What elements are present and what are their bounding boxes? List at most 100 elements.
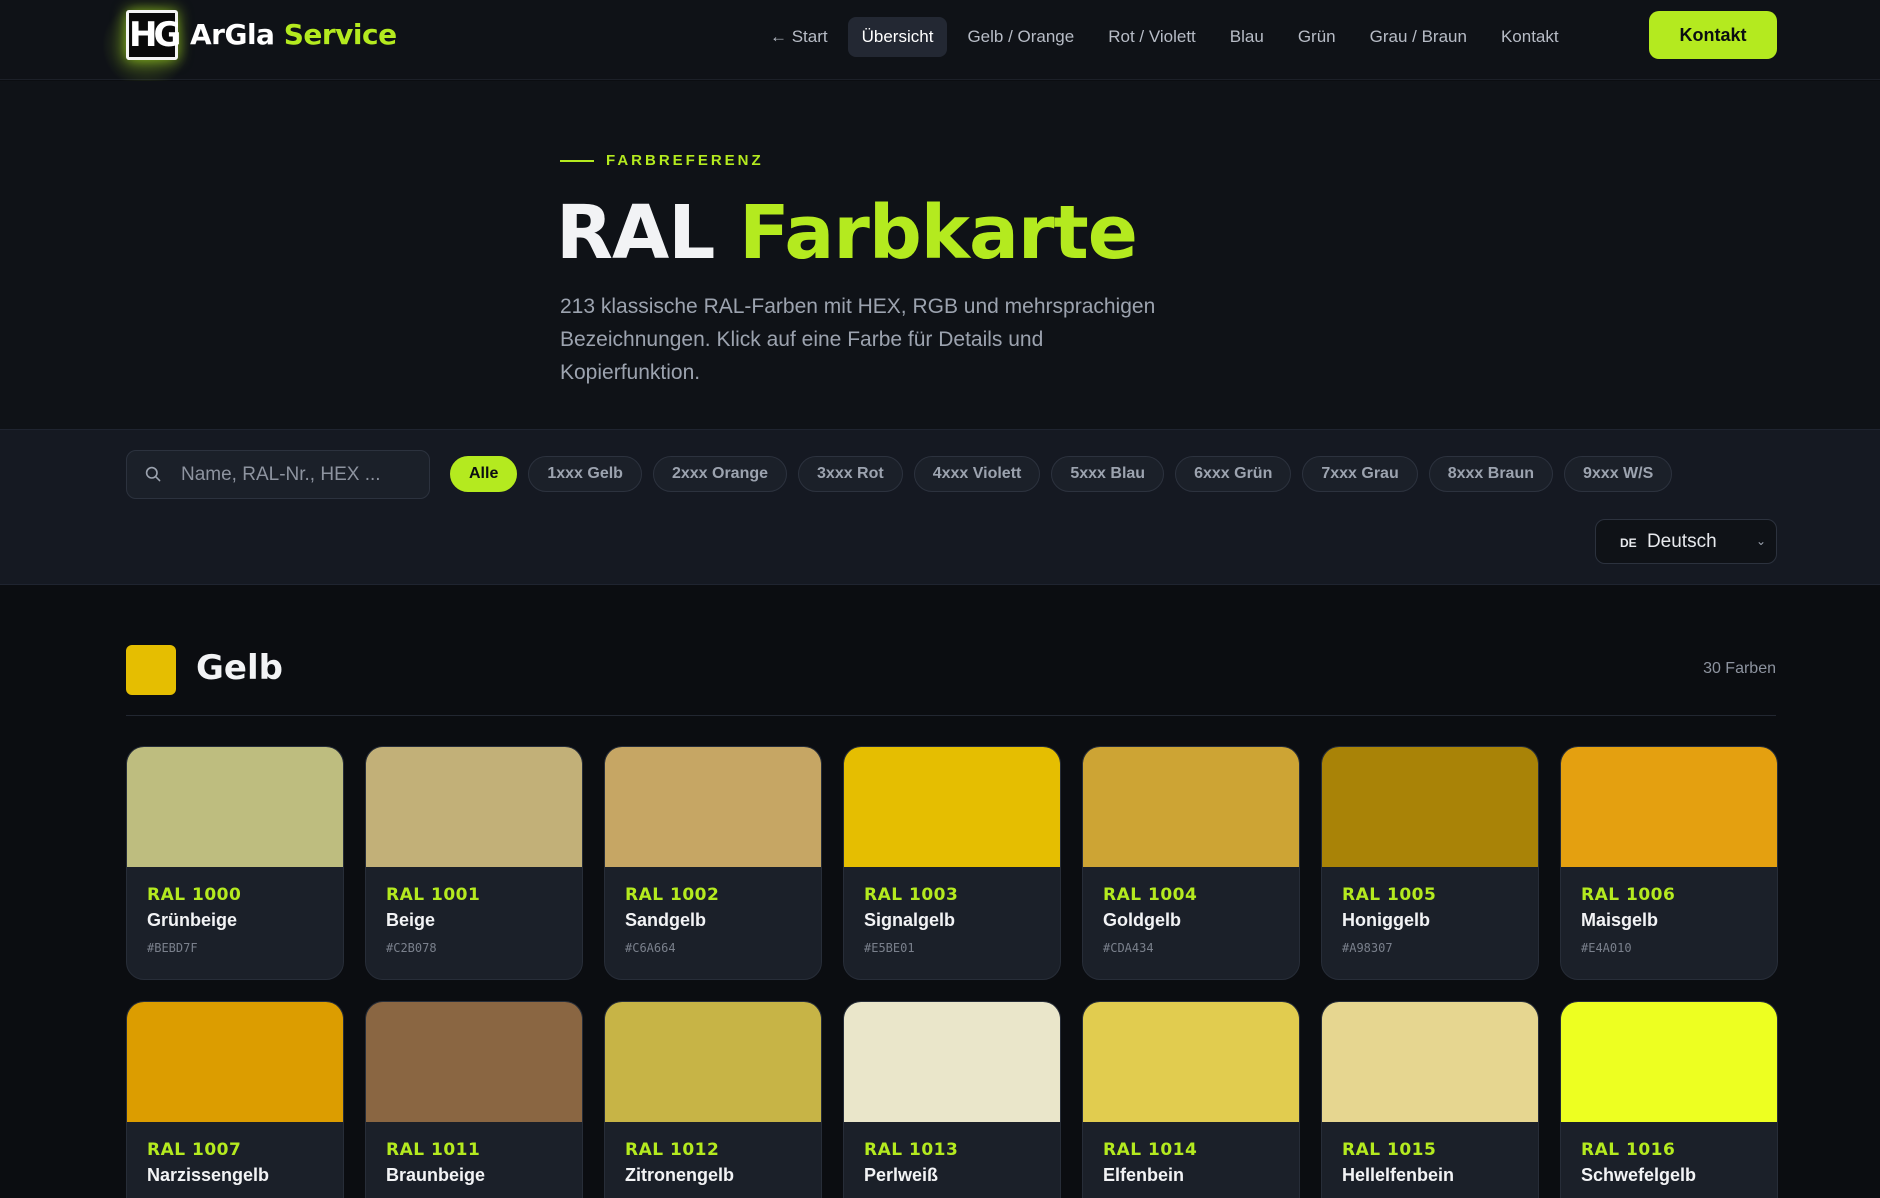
color-name: Honiggelb	[1342, 910, 1430, 930]
search-input[interactable]	[181, 451, 421, 498]
search-box[interactable]	[126, 450, 430, 499]
color-swatch	[1322, 747, 1538, 867]
color-name: Braunbeige	[386, 1165, 486, 1185]
ral-code: RAL 1004	[1103, 885, 1198, 905]
category-filter-chips: Alle 1xxx Gelb 2xxx Orange 3xxx Rot 4xxx Vio…	[450, 456, 1673, 492]
color-swatch	[1083, 747, 1299, 867]
eyebrow-text: FARBREFERENZ	[606, 152, 764, 169]
ral-code: RAL 1006	[1581, 885, 1676, 905]
ral-code: RAL 1016	[1581, 1140, 1676, 1160]
filter-chip[interactable]: 3xxx Rot	[798, 456, 903, 492]
brand-name-part1: ArGla	[190, 18, 275, 51]
nav-item[interactable]: Kontakt	[1487, 17, 1573, 57]
filter-chip[interactable]: 4xxx Violett	[913, 456, 1041, 492]
ral-code: RAL 1003	[864, 885, 959, 905]
language-flag: DE	[1620, 536, 1637, 550]
color-card[interactable]: RAL 1015 Hellelfenbein	[1321, 1001, 1539, 1198]
section-swatch	[126, 645, 176, 695]
color-name: Sandgelb	[625, 910, 707, 930]
color-name: Schwefelgelb	[1581, 1165, 1697, 1185]
nav-item[interactable]: Übersicht	[847, 17, 948, 57]
brand-name-part2: Service	[283, 18, 397, 51]
page-title-part1: RAL	[556, 190, 715, 276]
color-card-info: RAL 1001 Beige #C2B078	[366, 867, 582, 955]
color-card[interactable]: RAL 1014 Elfenbein	[1082, 1001, 1300, 1198]
section-divider	[126, 715, 1776, 716]
ral-code: RAL 1014	[1103, 1140, 1198, 1160]
color-card-info: RAL 1007 Narzissengelb	[127, 1122, 343, 1186]
page-title-part2: Farbkarte	[739, 190, 1138, 276]
color-hex: #E5BE01	[864, 941, 915, 955]
nav-item[interactable]: Gelb / Orange	[953, 17, 1088, 57]
color-swatch	[1322, 1002, 1538, 1122]
color-grid: RAL 1000 Grünbeige #BEBD7F RAL 1001 Beige #C2…	[126, 746, 1778, 1198]
top-navbar: HG ArGla Service ← Start Übersicht Gelb / …	[0, 0, 1880, 90]
color-name: Goldgelb	[1103, 910, 1181, 930]
color-card-info: RAL 1005 Honiggelb #A98307	[1322, 867, 1538, 955]
color-card-info: RAL 1000 Grünbeige #BEBD7F	[127, 867, 343, 955]
color-card[interactable]: RAL 1016 Schwefelgelb	[1560, 1001, 1778, 1198]
filter-chip[interactable]: 7xxx Grau	[1302, 456, 1418, 492]
ral-code: RAL 1005	[1342, 885, 1437, 905]
color-name: Signalgelb	[864, 910, 956, 930]
ral-code: RAL 1002	[625, 885, 720, 905]
nav-item[interactable]: Grau / Braun	[1356, 17, 1481, 57]
color-card[interactable]: RAL 1012 Zitronengelb	[604, 1001, 822, 1198]
color-card[interactable]: RAL 1011 Braunbeige	[365, 1001, 583, 1198]
color-swatch	[605, 1002, 821, 1122]
filter-chip[interactable]: 9xxx W/S	[1564, 456, 1673, 492]
nav-item[interactable]: Rot / Violett	[1094, 17, 1210, 57]
color-swatch	[844, 747, 1060, 867]
color-name: Beige	[386, 910, 436, 930]
color-card-info: RAL 1013 Perlweiß	[844, 1122, 1060, 1186]
filter-chip[interactable]: Alle	[450, 456, 518, 492]
color-hex: #E4A010	[1581, 941, 1632, 955]
nav-item[interactable]: Blau	[1216, 17, 1278, 57]
color-name: Hellelfenbein	[1342, 1165, 1455, 1185]
ral-code: RAL 1012	[625, 1140, 720, 1160]
ral-code: RAL 1001	[386, 885, 481, 905]
filter-chip[interactable]: 1xxx Gelb	[528, 456, 642, 492]
language-select[interactable]: DE Deutsch ⌄	[1595, 519, 1777, 564]
color-card[interactable]: RAL 1000 Grünbeige #BEBD7F	[126, 746, 344, 980]
color-card-info: RAL 1015 Hellelfenbein	[1322, 1122, 1538, 1186]
color-swatch	[605, 747, 821, 867]
color-card[interactable]: RAL 1002 Sandgelb #C6A664	[604, 746, 822, 980]
language-label: Deutsch	[1646, 531, 1717, 552]
contact-button[interactable]: Kontakt	[1649, 11, 1777, 59]
color-name: Zitronengelb	[625, 1165, 734, 1185]
color-name: Narzissengelb	[147, 1165, 270, 1185]
color-card-info: RAL 1016 Schwefelgelb	[1561, 1122, 1777, 1186]
color-card[interactable]: RAL 1007 Narzissengelb	[126, 1001, 344, 1198]
section-count: 30 Farben	[1703, 660, 1776, 677]
filter-chip[interactable]: 6xxx Grün	[1175, 456, 1292, 492]
nav-item[interactable]: ← Start	[756, 17, 842, 57]
color-swatch	[127, 1002, 343, 1122]
color-card[interactable]: RAL 1006 Maisgelb #E4A010	[1560, 746, 1778, 980]
filter-chip[interactable]: 8xxx Braun	[1428, 456, 1553, 492]
page-title: RAL Farbkarte	[556, 190, 1138, 276]
color-card-info: RAL 1011 Braunbeige	[366, 1122, 582, 1186]
logo-mark[interactable]: HG	[126, 10, 181, 60]
ral-code: RAL 1000	[147, 885, 242, 905]
filter-chip[interactable]: 2xxx Orange	[652, 456, 788, 492]
color-card-info: RAL 1006 Maisgelb #E4A010	[1561, 867, 1777, 955]
brand-name[interactable]: ArGla Service	[190, 18, 397, 51]
ral-code: RAL 1015	[1342, 1140, 1437, 1160]
ral-code: RAL 1011	[386, 1140, 481, 1160]
color-swatch	[366, 747, 582, 867]
color-card[interactable]: RAL 1003 Signalgelb #E5BE01	[843, 746, 1061, 980]
ral-code: RAL 1013	[864, 1140, 959, 1160]
color-card[interactable]: RAL 1001 Beige #C2B078	[365, 746, 583, 980]
color-card[interactable]: RAL 1005 Honiggelb #A98307	[1321, 746, 1539, 980]
color-hex: #C6A664	[625, 941, 676, 955]
color-swatch	[1561, 747, 1777, 867]
color-card[interactable]: RAL 1004 Goldgelb #CDA434	[1082, 746, 1300, 980]
nav-item[interactable]: Grün	[1284, 17, 1350, 57]
color-hex: #A98307	[1342, 941, 1393, 955]
color-hex: #C2B078	[386, 941, 437, 955]
color-card[interactable]: RAL 1013 Perlweiß	[843, 1001, 1061, 1198]
hero-subtitle: 213 klassische RAL-Farben mit HEX, RGB u…	[560, 295, 1156, 384]
search-icon	[145, 466, 161, 482]
filter-chip[interactable]: 5xxx Blau	[1051, 456, 1165, 492]
